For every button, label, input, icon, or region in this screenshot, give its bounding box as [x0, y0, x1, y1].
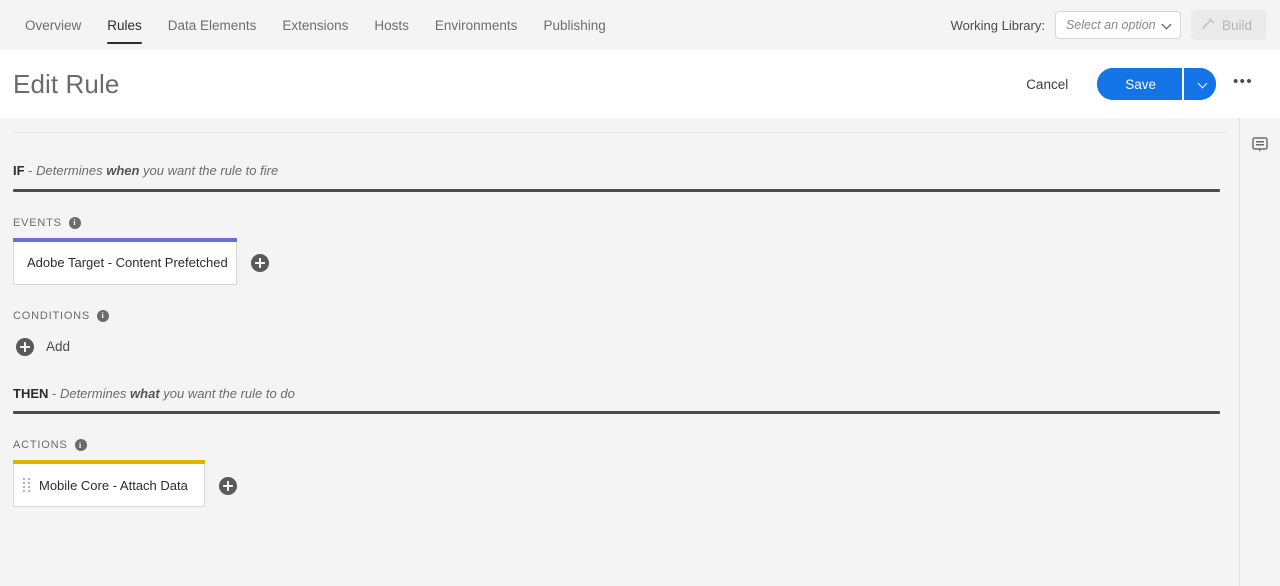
nav-tab-environments[interactable]: Environments	[422, 0, 531, 50]
events-label: EVENTS	[13, 216, 62, 229]
cancel-label: Cancel	[1026, 76, 1069, 92]
then-section-rule	[13, 411, 1220, 415]
nav-tab-label: Environments	[434, 17, 518, 33]
action-card-label: Mobile Core - Attach Data	[39, 477, 188, 493]
conditions-label: CONDITIONS	[13, 309, 91, 322]
working-library-select[interactable]: Select an option	[1054, 11, 1181, 39]
action-card[interactable]: Mobile Core - Attach Data	[13, 460, 205, 508]
page-title: Edit Rule	[13, 68, 120, 99]
info-icon[interactable]: i	[97, 309, 110, 322]
if-text-after: you want the rule to fire	[139, 163, 279, 178]
save-dropdown-button[interactable]	[1184, 68, 1216, 100]
nav-tab-label: Data Elements	[167, 17, 257, 33]
header-actions: Cancel Save •••	[1010, 68, 1260, 100]
nav-tab-label: Overview	[25, 17, 82, 33]
nav-tabs: Overview Rules Data Elements Extensions …	[0, 0, 619, 50]
events-row: Adobe Target - Content Prefetched	[13, 237, 1226, 285]
events-label-row: EVENTS i	[13, 216, 1226, 229]
if-emphasis: when	[106, 163, 140, 178]
if-keyword: IF	[13, 163, 25, 178]
nav-tab-publishing[interactable]: Publishing	[530, 0, 618, 50]
page-header: Edit Rule Cancel Save •••	[0, 50, 1280, 118]
if-section-heading: IF - Determines when you want the rule t…	[13, 163, 1226, 179]
then-dash: -	[48, 385, 60, 401]
info-icon[interactable]: i	[68, 216, 81, 229]
then-keyword: THEN	[13, 385, 49, 401]
build-button[interactable]: Build	[1190, 10, 1266, 40]
content-top-divider	[13, 132, 1226, 133]
if-text-before: Determines	[36, 163, 107, 178]
cancel-button[interactable]: Cancel	[1010, 70, 1084, 99]
then-section-heading: THEN - Determines what you want the rule…	[13, 386, 1226, 402]
nav-tab-label: Hosts	[374, 17, 409, 33]
add-event-button[interactable]	[251, 254, 269, 273]
if-section-rule	[13, 188, 1220, 192]
top-navigation-bar: Overview Rules Data Elements Extensions …	[0, 0, 1280, 50]
save-button-group: Save	[1097, 68, 1216, 100]
nav-tab-extensions[interactable]: Extensions	[269, 0, 361, 50]
then-emphasis: what	[130, 385, 160, 401]
nav-tab-label: Publishing	[543, 17, 606, 33]
hammer-icon	[1202, 17, 1215, 30]
more-options-button[interactable]: •••	[1226, 68, 1260, 100]
working-library-label: Working Library:	[950, 17, 1045, 33]
nav-tab-label: Rules	[107, 17, 142, 33]
save-label: Save	[1125, 76, 1156, 92]
conditions-label-row: CONDITIONS i	[13, 309, 1226, 322]
then-text-after: you want the rule to do	[159, 385, 295, 401]
working-library-controls: Working Library: Select an option Build	[951, 0, 1280, 50]
nav-tab-rules[interactable]: Rules	[94, 0, 155, 50]
nav-tab-label: Extensions	[282, 17, 349, 33]
more-icon: •••	[1233, 72, 1253, 90]
add-action-button[interactable]	[219, 476, 237, 495]
rule-editor-content: IF - Determines when you want the rule t…	[0, 118, 1240, 586]
if-dash: -	[24, 163, 37, 178]
save-button[interactable]: Save	[1097, 68, 1182, 100]
then-text-before: Determines	[59, 385, 131, 401]
right-rail	[1241, 118, 1280, 586]
chevron-down-icon	[1162, 20, 1172, 30]
event-card-label: Adobe Target - Content Prefetched	[27, 255, 228, 271]
nav-tab-hosts[interactable]: Hosts	[361, 0, 422, 50]
actions-label: ACTIONS	[13, 439, 68, 452]
add-condition-button[interactable]: Add	[16, 337, 71, 356]
info-icon[interactable]: i	[74, 439, 87, 452]
drag-handle-icon[interactable]	[23, 477, 30, 493]
chevron-down-icon	[1198, 79, 1208, 89]
build-label: Build	[1221, 17, 1252, 33]
add-condition-label: Add	[46, 339, 71, 355]
nav-tab-overview[interactable]: Overview	[12, 0, 94, 50]
event-card[interactable]: Adobe Target - Content Prefetched	[13, 237, 237, 285]
actions-label-row: ACTIONS i	[13, 439, 1226, 452]
actions-row: Mobile Core - Attach Data	[13, 460, 1226, 508]
working-library-placeholder: Select an option	[1065, 18, 1156, 32]
comment-icon[interactable]	[1250, 135, 1270, 155]
nav-tab-data-elements[interactable]: Data Elements	[155, 0, 270, 50]
plus-circle-icon	[16, 337, 34, 356]
